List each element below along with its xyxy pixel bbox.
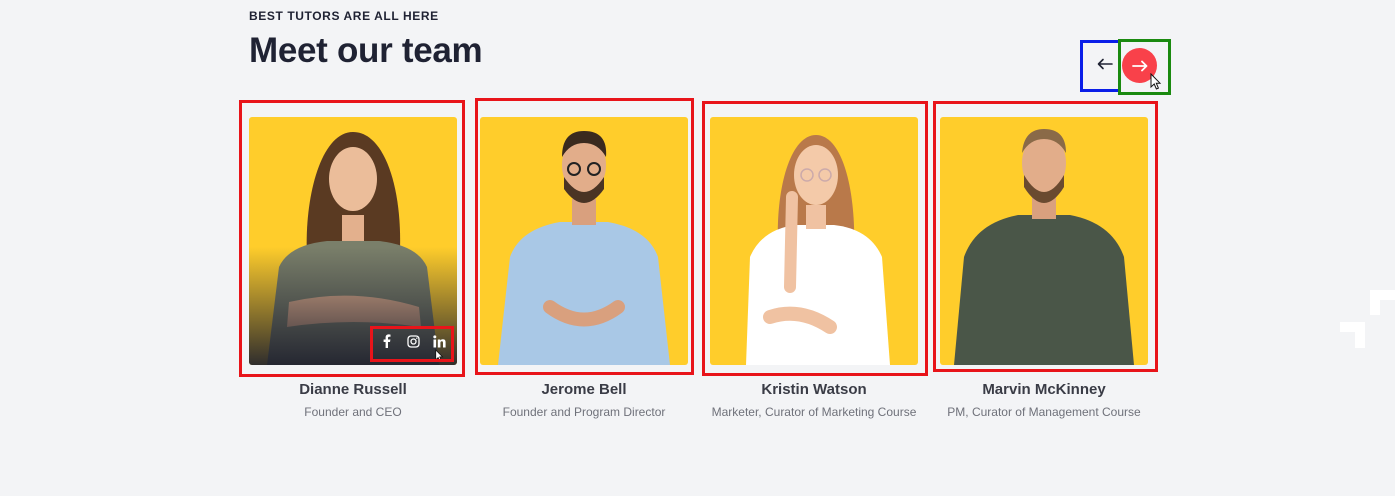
highlight-next [1118, 39, 1171, 95]
highlight-card-2 [475, 98, 694, 375]
team-member-name: Kristin Watson [761, 381, 867, 398]
highlight-card-3 [702, 101, 928, 376]
highlight-socials [370, 326, 454, 362]
decorative-shape [1340, 290, 1395, 348]
team-member-name: Jerome Bell [541, 381, 627, 398]
team-member-name: Marvin McKinney [982, 381, 1106, 398]
team-member-name: Dianne Russell [299, 381, 407, 398]
section-title: Meet our team [249, 31, 483, 70]
highlight-prev [1080, 40, 1121, 92]
section-eyebrow: BEST TUTORS ARE ALL HERE [249, 9, 439, 23]
highlight-card-4 [933, 101, 1158, 372]
team-member-role: PM, Curator of Management Course [947, 405, 1141, 419]
mouse-cursor-icon [1150, 73, 1162, 90]
